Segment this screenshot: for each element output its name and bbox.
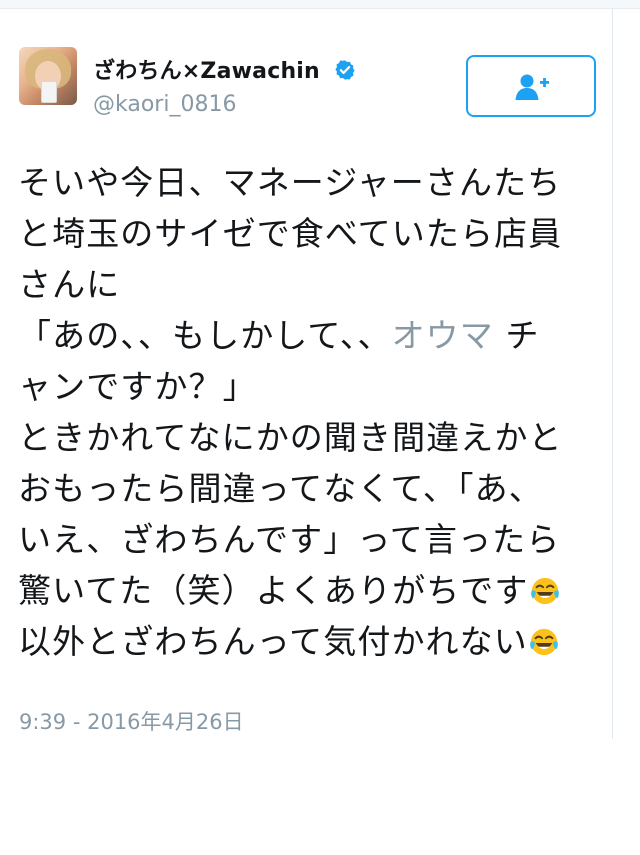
face-with-tears-of-joy-emoji — [529, 628, 558, 656]
follow-user-plus-icon — [515, 74, 549, 100]
tweet-text-segment: 驚いてた（笑）よくありがちです — [18, 571, 529, 610]
tweet-text-line: と埼玉のサイゼで食べていたら店員 — [18, 214, 563, 253]
display-name[interactable]: ざわちん×Zawachin — [93, 53, 356, 85]
tweet-text-line: ときかれてなにかの聞き間違えかと — [18, 418, 563, 457]
tweet-text-line: さんに — [18, 265, 121, 304]
tweet-text-line: おもったら間違ってなくて、「あ、 — [18, 469, 543, 508]
display-name-text: ざわちん×Zawachin — [93, 59, 320, 84]
face-with-tears-of-joy-emoji — [530, 577, 559, 605]
tweet-text-grey-segment: オウマ — [391, 316, 494, 355]
avatar[interactable] — [19, 47, 77, 105]
user-handle[interactable]: @kaori_0816 — [93, 92, 236, 117]
tweet-text-line: 以外とざわちんって気付かれない — [18, 616, 608, 667]
tweet-card: ざわちん×Zawachin @kaori_0816 そいや今日、マネージャーさん… — [0, 9, 613, 739]
tweet-text-line: いえ、ざわちんです」って言ったら — [18, 520, 561, 559]
follow-button[interactable] — [466, 55, 596, 117]
tweet-text-line: ャンですか？」 — [18, 367, 257, 406]
verified-badge-icon — [335, 60, 355, 80]
tweet-text-segment: チ — [505, 316, 540, 355]
tweet-text-line: 「あの、、もしかして、、オウマ チ — [18, 310, 608, 361]
tweet-text-line: 驚いてた（笑）よくありがちです — [18, 565, 608, 616]
tweet-text-segment: 以外とざわちんって気付かれない — [18, 622, 528, 661]
tweet-text-line: そいや今日、マネージャーさんたち — [18, 163, 562, 202]
tweet-text-segment: 「あの、、もしかして、、 — [18, 316, 392, 355]
top-divider — [0, 0, 640, 9]
tweet-timestamp[interactable]: 9:39 - 2016年4月26日 — [19, 706, 244, 736]
tweet-text: そいや今日、マネージャーさんたち と埼玉のサイゼで食べていたら店員 さんに 「あ… — [18, 157, 608, 667]
